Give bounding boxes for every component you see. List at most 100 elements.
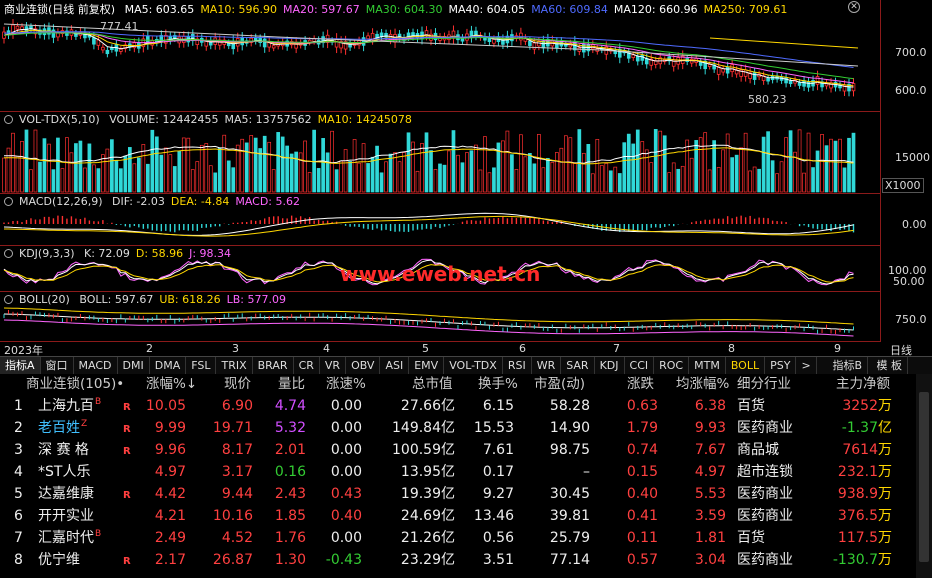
price-pane[interactable]: 商业连锁(日线 前复权) MA5: 603.65 MA10: 596.90 MA20… <box>0 0 880 112</box>
col-industry[interactable]: 细分行业 <box>737 374 791 395</box>
volume-bar <box>20 141 24 193</box>
candle <box>492 38 496 44</box>
table-row[interactable]: 6 开开实业 4.21 10.16 1.85 0.40 24.69亿 13.46 39.81 0.… <box>0 505 932 527</box>
volume-bar <box>92 164 96 193</box>
tab-vr[interactable]: VR <box>320 357 347 374</box>
candle <box>262 38 267 48</box>
price-tick-700: 700.0 <box>895 46 927 59</box>
table-row[interactable]: 7 汇嘉时代B 2.49 4.52 1.76 0.00 21.26亿 0.56 25.79 0.1… <box>0 527 932 549</box>
tab-dmi[interactable]: DMI <box>118 357 150 374</box>
table-row[interactable]: 4 *ST人乐 4.97 3.17 0.16 0.00 13.95亿 0.17 – 0.15 4.9… <box>0 461 932 483</box>
boll-lb-line <box>3 319 854 337</box>
tab-a[interactable]: 指标A <box>0 357 41 374</box>
settings-circle-icon[interactable] <box>4 115 13 124</box>
settings-circle-icon[interactable] <box>4 197 13 206</box>
table-row[interactable]: 2 老百姓Z R 9.99 19.71 5.32 0.00 149.84亿 15.53 14.90… <box>0 417 932 439</box>
volume-bar <box>105 148 110 193</box>
volume-bar <box>325 152 330 193</box>
chart-area[interactable]: 商业连锁(日线 前复权) MA5: 603.65 MA10: 596.90 MA20… <box>0 0 932 357</box>
tab-psy[interactable]: PSY <box>765 357 797 374</box>
col-name[interactable]: 商业连锁(105)• <box>26 374 124 395</box>
tab-brar[interactable]: BRAR <box>253 357 294 374</box>
margin-flag: R <box>123 402 131 413</box>
change: 0.63 <box>626 398 658 414</box>
stock-name[interactable]: *ST人乐 <box>38 461 90 483</box>
tab-indicator-b[interactable]: 指标B <box>827 357 868 374</box>
settings-circle-icon[interactable] <box>4 249 13 258</box>
col-main-flow[interactable]: 主力净额 <box>836 374 890 395</box>
volume-bar <box>447 150 451 193</box>
tab-macd[interactable]: MACD <box>74 357 118 374</box>
tab-template[interactable]: 模 板 <box>872 357 908 374</box>
col-change-pct[interactable]: 涨幅%↓ <box>146 374 197 395</box>
tab-boll[interactable]: BOLL <box>726 357 766 374</box>
table-row[interactable]: 1 上海九百B R 10.05 6.90 4.74 0.00 27.66亿 6.15 58.28 0… <box>0 395 932 417</box>
tab-fsl[interactable]: FSL <box>186 357 217 374</box>
settings-circle-icon[interactable] <box>4 295 13 304</box>
scrollbar-thumb[interactable] <box>919 392 929 562</box>
close-icon[interactable]: ✕ <box>848 1 860 13</box>
volume-pane[interactable]: VOL-TDX(5,10) VOLUME: 12442455 MA5: 13757… <box>0 112 880 194</box>
col-turnover[interactable]: 换手% <box>478 374 518 395</box>
tab-[interactable]: 窗口 <box>41 357 74 374</box>
tab-sar[interactable]: SAR <box>561 357 595 374</box>
volume-bar <box>316 168 321 193</box>
row-index: 7 <box>14 530 23 546</box>
margin-flag: R <box>123 556 131 567</box>
volume-bar <box>15 155 20 193</box>
legend-value: J: 98.34 <box>189 247 232 260</box>
volume-bar <box>653 129 658 193</box>
main-flow-unit: 万 <box>878 464 892 480</box>
tab-trix[interactable]: TRIX <box>216 357 253 374</box>
tab-voltdx[interactable]: VOL-TDX <box>444 357 503 374</box>
main-flow: 938.9万 <box>838 483 892 505</box>
candle <box>105 49 110 55</box>
col-volume-ratio[interactable]: 量比 <box>278 374 305 395</box>
tab-rsi[interactable]: RSI <box>503 357 532 374</box>
avg-change: 4.97 <box>694 464 726 480</box>
tab-dma[interactable]: DMA <box>150 357 187 374</box>
boll-legend: BOLL(20) BOLL: 597.67 UB: 618.26 LB: 577.0… <box>4 293 298 306</box>
candle <box>366 35 370 40</box>
stock-name[interactable]: 汇嘉时代B <box>38 527 101 551</box>
tab-[interactable]: > <box>796 357 817 374</box>
turnover: 15.53 <box>473 420 514 436</box>
col-speed[interactable]: 涨速% <box>326 374 366 395</box>
col-avg-change[interactable]: 均涨幅% <box>676 374 729 395</box>
table-scrollbar[interactable] <box>916 374 932 578</box>
stock-name[interactable]: 优宁维 <box>38 549 80 571</box>
stock-name[interactable]: 老百姓Z <box>38 417 87 441</box>
volume-bar <box>204 143 209 193</box>
price: 6.90 <box>221 398 253 414</box>
table-row[interactable]: 3 深 赛 格 R 9.96 8.17 2.01 0.00 100.59亿 7.61 98.75 0… <box>0 439 932 461</box>
tab-asi[interactable]: ASI <box>380 357 410 374</box>
tab-kdj[interactable]: KDJ <box>595 357 625 374</box>
main-flow-unit: 万 <box>878 486 892 502</box>
boll-pane[interactable]: BOLL(20) BOLL: 597.67 UB: 618.26 LB: 577.0… <box>0 292 880 342</box>
stock-name[interactable]: 深 赛 格 <box>38 439 89 461</box>
col-market-cap[interactable]: 总市值 <box>412 374 453 395</box>
stock-name[interactable]: 上海九百B <box>38 395 101 419</box>
table-row[interactable]: 8 优宁维 R 2.17 26.87 1.30 -0.43 23.29亿 3.51 77.14 0.… <box>0 549 932 571</box>
col-change[interactable]: 涨跌 <box>627 374 654 395</box>
table-row[interactable]: 5 达嘉维康 R 4.42 9.44 2.43 0.43 19.39亿 9.27 30.45 0.4… <box>0 483 932 505</box>
tab-obv[interactable]: OBV <box>346 357 381 374</box>
tab-cci[interactable]: CCI <box>625 357 655 374</box>
price-ma-list: MA5: 603.65 MA10: 596.90 MA20: 597.67 MA30:… <box>125 3 794 16</box>
stock-name[interactable]: 达嘉维康 <box>38 483 94 505</box>
macd-pane[interactable]: MACD(12,26,9) DIF: -2.03 DEA: -4.84 MACD: … <box>0 194 880 246</box>
industry: 医药商业 <box>737 420 793 436</box>
col-price[interactable]: 现价 <box>224 374 251 395</box>
tab-mtm[interactable]: MTM <box>689 357 726 374</box>
kdj-pane[interactable]: KDJ(9,3,3) K: 72.09 D: 58.96 J: 98.34 www.… <box>0 246 880 292</box>
tab-wr[interactable]: WR <box>532 357 562 374</box>
volume-bar <box>635 129 640 193</box>
tab-cr[interactable]: CR <box>294 357 320 374</box>
volume-bar <box>568 137 573 193</box>
col-pe[interactable]: 市盈(动) <box>534 374 585 395</box>
tab-emv[interactable]: EMV <box>409 357 445 374</box>
boll-tick: 750.0 <box>895 313 927 326</box>
pe-ratio: 58.28 <box>549 398 590 414</box>
stock-name[interactable]: 开开实业 <box>38 505 94 527</box>
tab-roc[interactable]: ROC <box>654 357 690 374</box>
